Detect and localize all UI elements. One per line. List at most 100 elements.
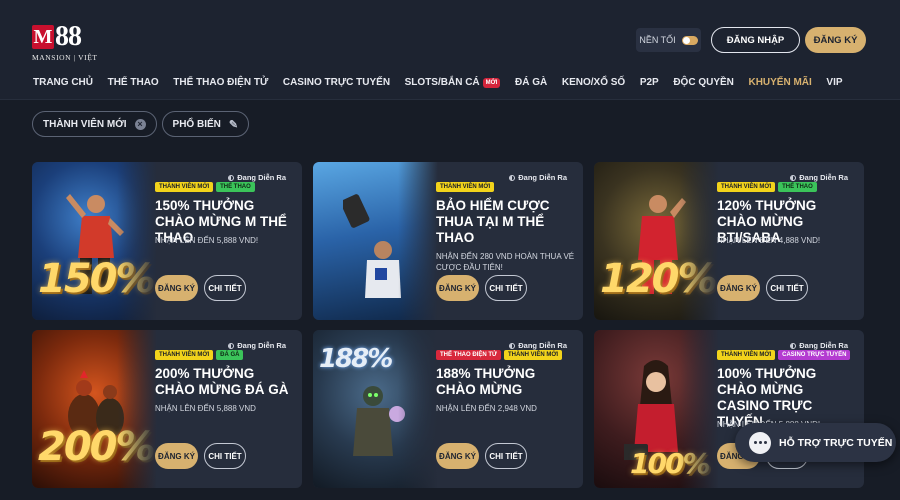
- promo-tags: THÀNH VIÊN MỚI ĐÁ GÀ: [155, 350, 244, 360]
- art-fade: [398, 330, 438, 488]
- tag-esports: THỂ THAO ĐIỆN TỬ: [436, 350, 501, 360]
- promo-register-button[interactable]: ĐĂNG KÝ: [155, 443, 198, 469]
- nav-item-promotions[interactable]: KHUYẾN MÃI: [748, 77, 811, 88]
- promo-card[interactable]: 120% Đang Diễn Ra THÀNH VIÊN MỚI THỂ THA…: [594, 162, 864, 320]
- tag-new-member: THÀNH VIÊN MỚI: [717, 350, 776, 360]
- status-text: Đang Diễn Ra: [237, 173, 286, 182]
- promo-art-soccer-player: 150%: [32, 162, 157, 320]
- nav-item-vip[interactable]: VIP: [826, 77, 842, 88]
- promo-register-button[interactable]: ĐĂNG KÝ: [717, 275, 760, 301]
- clear-icon[interactable]: ×: [134, 118, 146, 130]
- filter-chip-popular[interactable]: PHỔ BIẾN ✎: [161, 111, 250, 137]
- nav-item-label: SLOTS/BẮN CÁ: [404, 77, 480, 88]
- tag-sports: THỂ THAO: [216, 182, 255, 192]
- promo-details-button[interactable]: CHI TIẾT: [766, 275, 808, 301]
- promo-subtitle: NHẬN ĐẾN 280 VND HOÀN THUA VÉ CƯỢC ĐẦU T…: [436, 252, 575, 272]
- promo-card[interactable]: 200% Đang Diễn Ra THÀNH VIÊN MỚI ĐÁ GÀ 2…: [32, 330, 302, 488]
- promo-title: BẢO HIỂM CƯỢC THUA TẠI M THỂ THAO: [436, 198, 550, 245]
- nav-item-home[interactable]: TRANG CHỦ: [33, 77, 93, 88]
- nav-item-exclusive[interactable]: ĐỘC QUYỀN: [673, 77, 734, 88]
- promo-tags: THÀNH VIÊN MỚI THỂ THAO: [717, 182, 817, 192]
- status-dot-icon: [790, 342, 797, 349]
- promo-card[interactable]: 188% Đang Diễn Ra THỂ THAO ĐIỆN TỬ THÀNH…: [313, 330, 583, 488]
- nav-item-live-casino[interactable]: CASINO TRỰC TUYẾN: [283, 77, 390, 88]
- promo-art-stadium-player: [313, 162, 438, 320]
- promo-tags: THỂ THAO ĐIỆN TỬ THÀNH VIÊN MỚI: [436, 350, 563, 360]
- m88-logo[interactable]: M 88 MANSION | VIỆT: [32, 21, 102, 68]
- nav-item-label: TRANG CHỦ: [33, 77, 93, 88]
- logo-subtitle: MANSION | VIỆT: [32, 53, 98, 62]
- art-fade: [679, 330, 719, 488]
- promo-details-button[interactable]: CHI TIẾT: [485, 275, 527, 301]
- nav-item-label: P2P: [639, 77, 659, 88]
- promo-title: 188% THƯỞNG CHÀO MỪNG: [436, 366, 536, 397]
- live-support-label: HỖ TRỢ TRỰC TUYẾN: [779, 436, 893, 449]
- register-button[interactable]: ĐĂNG KÝ: [805, 27, 866, 53]
- promo-register-button[interactable]: ĐĂNG KÝ: [155, 275, 198, 301]
- filter-chip-label: THÀNH VIÊN MỚI: [43, 118, 127, 130]
- status-badge: Đang Diễn Ra: [509, 341, 567, 350]
- filter-chip-label: PHỔ BIẾN: [172, 118, 221, 130]
- tag-new-member: THÀNH VIÊN MỚI: [503, 350, 563, 360]
- dark-mode-toggle[interactable]: NỀN TỐI: [636, 28, 701, 52]
- promo-subtitle: NHẬN LÊN ĐẾN 2,948 VND: [436, 404, 537, 413]
- nav-item-label: KHUYẾN MÃI: [748, 77, 812, 88]
- main-nav: TRANG CHỦ THỂ THAO THỂ THAO ĐIỆN TỬ CASI…: [33, 77, 857, 88]
- tag-new-member: THÀNH VIÊN MỚI: [717, 182, 776, 192]
- promo-register-button[interactable]: ĐĂNG KÝ: [436, 443, 479, 469]
- tag-live-casino: CASINO TRỰC TUYẾN: [778, 350, 851, 360]
- filter-chip-new-member[interactable]: THÀNH VIÊN MỚI ×: [32, 111, 157, 137]
- promo-register-button[interactable]: ĐĂNG KÝ: [436, 275, 479, 301]
- promo-subtitle: NHẬN LÊN ĐẾN 5,888 VND!: [155, 236, 259, 245]
- nav-item-label: THỂ THAO ĐIỆN TỬ: [173, 77, 269, 88]
- logo-number: 88: [55, 21, 82, 52]
- tag-new-member: THÀNH VIÊN MỚI: [155, 182, 214, 192]
- filter-bar: THÀNH VIÊN MỚI × PHỔ BIẾN ✎: [32, 111, 250, 137]
- promo-art-casino-dealer: 100%: [594, 330, 719, 488]
- art-fade: [117, 162, 157, 320]
- promo-tags: THÀNH VIÊN MỚI CASINO TRỰC TUYẾN: [717, 350, 851, 360]
- promo-art-esports-characters: 188%: [313, 330, 438, 488]
- promo-title: 200% THƯỞNG CHÀO MỪNG ĐÁ GÀ: [155, 366, 289, 397]
- promo-subtitle: NHẬN LÊN ĐẾN 4,888 VND!: [717, 236, 821, 245]
- nav-item-label: KENO/XỔ SỐ: [561, 77, 626, 88]
- status-dot-icon: [790, 174, 797, 181]
- status-text: Đang Diễn Ra: [799, 173, 848, 182]
- nav-item-cockfighting[interactable]: ĐÁ GÀ: [515, 77, 547, 88]
- pencil-icon: ✎: [228, 118, 239, 131]
- nav-item-esports[interactable]: THỂ THAO ĐIỆN TỬ: [173, 77, 268, 88]
- promo-art-roosters: 200%: [32, 330, 157, 488]
- nav-item-slots-fishing[interactable]: SLOTS/BẮN CÁ MỚI: [405, 77, 501, 88]
- login-button[interactable]: ĐĂNG NHẬP: [711, 27, 800, 53]
- nav-item-sports[interactable]: THỂ THAO: [108, 77, 159, 88]
- promo-details-button[interactable]: CHI TIẾT: [204, 275, 246, 301]
- promo-card[interactable]: 150% Đang Diễn Ra THÀNH VIÊN MỚI THỂ THA…: [32, 162, 302, 320]
- status-badge: Đang Diễn Ra: [228, 341, 286, 350]
- status-dot-icon: [228, 342, 235, 349]
- tag-new-member: THÀNH VIÊN MỚI: [155, 350, 214, 360]
- tag-sports: THỂ THAO: [778, 182, 817, 192]
- status-text: Đang Diễn Ra: [237, 341, 286, 350]
- nav-item-keno-lottery[interactable]: KENO/XỔ SỐ: [562, 77, 625, 88]
- status-badge: Đang Diễn Ra: [509, 173, 567, 182]
- art-fade: [679, 162, 719, 320]
- live-support-button[interactable]: HỖ TRỢ TRỰC TUYẾN: [735, 423, 896, 462]
- promo-details-button[interactable]: CHI TIẾT: [204, 443, 246, 469]
- nav-item-label: THỂ THAO: [107, 77, 159, 88]
- status-badge: Đang Diễn Ra: [228, 173, 286, 182]
- new-badge: MỚI: [482, 77, 501, 88]
- promo-details-button[interactable]: CHI TIẾT: [485, 443, 527, 469]
- nav-item-label: VIP: [826, 77, 843, 88]
- status-badge: Đang Diễn Ra: [790, 173, 848, 182]
- status-text: Đang Diễn Ra: [518, 341, 567, 350]
- site-header: M 88 MANSION | VIỆT NỀN TỐI ĐĂNG NHẬP ĐĂ…: [0, 0, 900, 100]
- nav-item-label: ĐÁ GÀ: [515, 77, 548, 88]
- tag-cockfighting: ĐÁ GÀ: [216, 350, 244, 360]
- dark-mode-label: NỀN TỐI: [639, 35, 676, 45]
- art-fade: [117, 330, 157, 488]
- status-dot-icon: [228, 174, 235, 181]
- promo-card[interactable]: 100% Đang Diễn Ra THÀNH VIÊN MỚI CASINO …: [594, 330, 864, 488]
- art-fade: [398, 162, 438, 320]
- nav-item-p2p[interactable]: P2P: [640, 77, 659, 88]
- promo-card[interactable]: Đang Diễn Ra THÀNH VIÊN MỚI BẢO HIỂM CƯỢ…: [313, 162, 583, 320]
